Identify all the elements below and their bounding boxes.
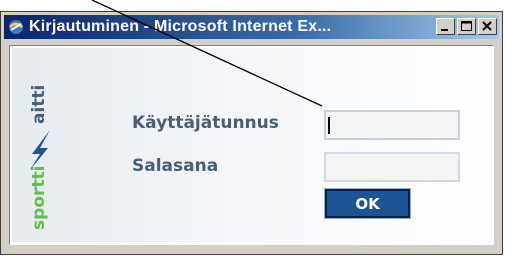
- maximize-icon[interactable]: [457, 18, 476, 35]
- sporttisaitti-logo: sportti aitti: [18, 52, 58, 242]
- minimize-icon[interactable]: [436, 18, 455, 35]
- username-input[interactable]: [324, 110, 460, 140]
- window-title: Kirjautuminen - Microsoft Internet Ex...: [29, 18, 332, 35]
- title-bar[interactable]: Kirjautuminen - Microsoft Internet Ex...: [4, 15, 499, 39]
- browser-window: Kirjautuminen - Microsoft Internet Ex...…: [0, 11, 503, 255]
- ok-button[interactable]: OK: [324, 188, 411, 219]
- svg-text:sportti: sportti: [29, 166, 49, 230]
- status-area: [8, 245, 493, 253]
- username-label: Käyttäjätunnus: [132, 113, 279, 133]
- close-icon[interactable]: [478, 18, 497, 35]
- svg-text:aitti: aitti: [29, 85, 49, 124]
- password-label: Salasana: [132, 156, 219, 176]
- page-content: sportti aitti Käyttäjätunnus Salasana OK: [9, 45, 494, 245]
- login-panel: sportti aitti Käyttäjätunnus Salasana OK: [12, 48, 491, 242]
- password-input[interactable]: [324, 152, 460, 182]
- text-cursor: [328, 117, 330, 134]
- internet-explorer-icon[interactable]: [7, 18, 25, 36]
